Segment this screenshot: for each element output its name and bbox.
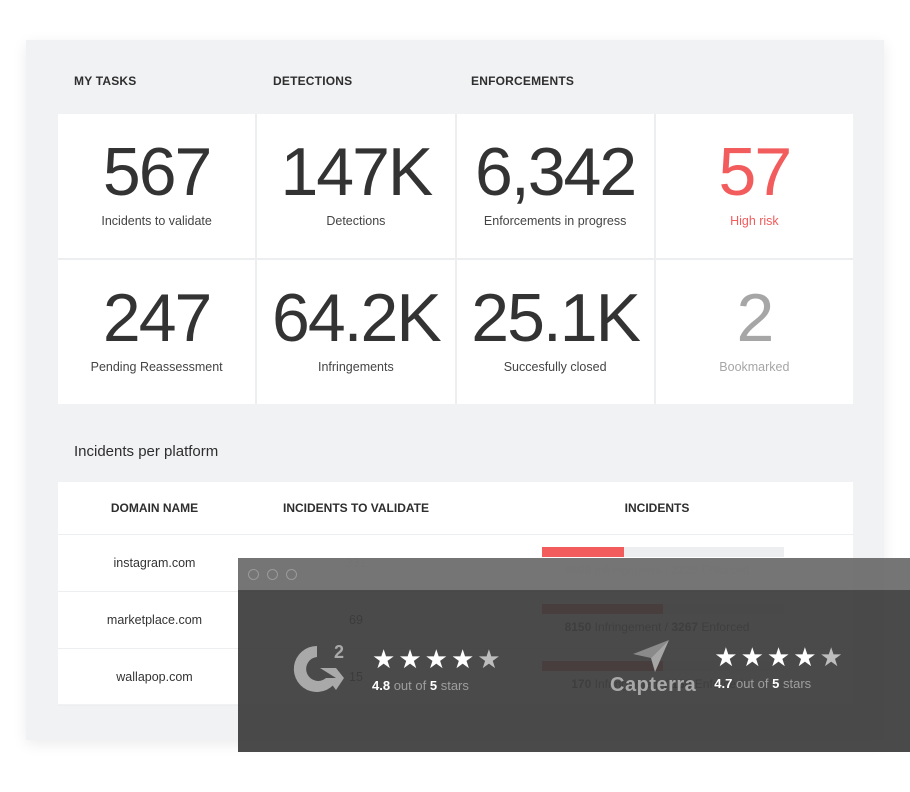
stat-value: 2 bbox=[736, 280, 774, 356]
section-enforcements: ENFORCEMENTS bbox=[471, 74, 575, 88]
rating-text-end: stars bbox=[440, 677, 469, 693]
stat-label: Enforcements in progress bbox=[483, 214, 627, 228]
stat-value: 25.1K bbox=[471, 280, 641, 356]
window-titlebar[interactable] bbox=[238, 558, 910, 590]
domain-cell: wallapop.com bbox=[116, 670, 193, 684]
ratings-overlay-window: 2 ★★★★★ 4.8 out of 5 stars Capterra ★★★★… bbox=[238, 558, 910, 752]
stat-label: Succesfully closed bbox=[503, 360, 607, 374]
header-domain-name[interactable]: DOMAIN NAME bbox=[58, 501, 251, 515]
capterra-score: 4.7 bbox=[714, 676, 733, 691]
section-detections: DETECTIONS bbox=[273, 74, 353, 88]
capterra-stars: ★★★★★ bbox=[714, 644, 846, 670]
header-incidents[interactable]: INCIDENTS bbox=[461, 501, 853, 515]
incidents-per-platform-title: Incidents per platform bbox=[74, 443, 219, 460]
section-my-tasks: MY TASKS bbox=[74, 74, 137, 88]
stat-card-high-risk[interactable]: 57 High risk bbox=[655, 114, 853, 258]
star-icon: ★ bbox=[424, 643, 451, 674]
stat-card-bookmarked[interactable]: 2 Bookmarked bbox=[655, 260, 853, 404]
stat-card-successfully-closed[interactable]: 25.1K Succesfully closed bbox=[456, 260, 654, 404]
capterra-rating-text: 4.7 out of 5 stars bbox=[714, 676, 846, 691]
star-icon: ★ bbox=[714, 642, 741, 672]
stat-card-incidents-to-validate[interactable]: 567 Incidents to validate bbox=[58, 114, 256, 258]
g2-logo-icon: 2 bbox=[293, 642, 344, 692]
g2-score: 4.8 bbox=[372, 677, 391, 693]
window-maximize-button[interactable] bbox=[286, 568, 297, 580]
half-star-icon: ★ bbox=[819, 642, 846, 672]
g2-rating: 2 ★★★★★ 4.8 out of 5 stars bbox=[286, 638, 504, 700]
stat-card-infringements[interactable]: 64.2K Infringements bbox=[257, 260, 455, 404]
g2-stars: ★★★★★ bbox=[372, 646, 504, 672]
half-star-icon: ★ bbox=[477, 643, 504, 674]
window-close-button[interactable] bbox=[248, 568, 259, 580]
stat-card-enforcements-in-progress[interactable]: 6,342 Enforcements in progress bbox=[456, 114, 654, 258]
capterra-logo-icon bbox=[633, 640, 670, 672]
star-icon: ★ bbox=[766, 642, 794, 672]
capterra-rating: Capterra ★★★★★ 4.7 out of 5 stars bbox=[610, 638, 846, 697]
table-header: DOMAIN NAME INCIDENTS TO VALIDATE INCIDE… bbox=[58, 482, 853, 535]
star-icon: ★ bbox=[450, 643, 478, 674]
incidents-bar-fill bbox=[542, 547, 625, 557]
stat-label: High risk bbox=[730, 214, 779, 228]
capterra-wordmark: Capterra bbox=[610, 674, 697, 696]
star-icon: ★ bbox=[793, 642, 820, 672]
stat-card-pending-reassessment[interactable]: 247 Pending Reassessment bbox=[58, 260, 256, 404]
stats-grid: 567 Incidents to validate 147K Detection… bbox=[58, 114, 853, 404]
star-icon: ★ bbox=[372, 643, 399, 674]
capterra-out-of: 5 bbox=[772, 676, 780, 691]
stat-value: 247 bbox=[102, 280, 212, 356]
stat-value: 57 bbox=[718, 134, 793, 210]
rating-text-mid: out of bbox=[393, 677, 427, 693]
stat-label: Infringements bbox=[318, 360, 394, 374]
header-incidents-to-validate[interactable]: INCIDENTS TO VALIDATE bbox=[251, 501, 461, 515]
stat-value: 567 bbox=[102, 134, 212, 210]
g2-rating-text: 4.8 out of 5 stars bbox=[372, 678, 504, 693]
stat-card-detections[interactable]: 147K Detections bbox=[257, 114, 455, 258]
stat-label: Detections bbox=[326, 214, 386, 228]
g2-out-of: 5 bbox=[429, 677, 438, 693]
stat-value: 6,342 bbox=[475, 134, 637, 210]
star-icon: ★ bbox=[740, 642, 767, 672]
rating-text-mid: out of bbox=[735, 676, 769, 691]
rating-text-end: stars bbox=[782, 676, 812, 691]
stat-label: Bookmarked bbox=[719, 360, 790, 374]
star-icon: ★ bbox=[398, 643, 425, 674]
domain-cell: marketplace.com bbox=[106, 613, 203, 627]
stat-value: 147K bbox=[280, 134, 433, 210]
stat-value: 64.2K bbox=[272, 280, 442, 356]
stat-label: Incidents to validate bbox=[101, 214, 212, 228]
svg-text:2: 2 bbox=[334, 642, 344, 662]
window-minimize-button[interactable] bbox=[267, 568, 278, 580]
incidents-bar-track bbox=[542, 547, 784, 557]
stat-label: Pending Reassessment bbox=[90, 360, 223, 374]
domain-cell: instagram.com bbox=[113, 556, 196, 570]
